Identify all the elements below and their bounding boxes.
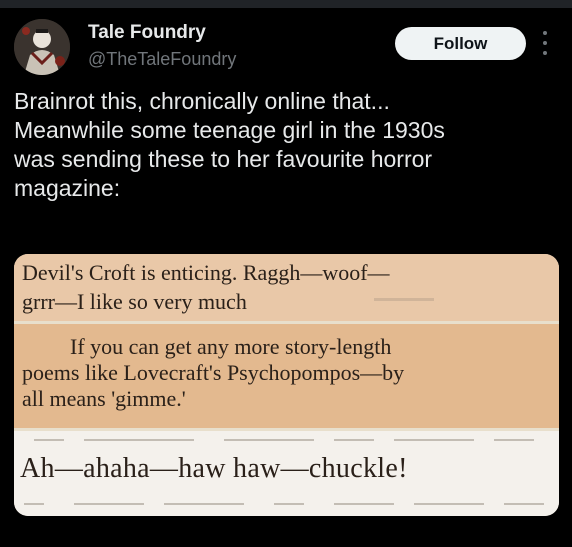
faded-text	[274, 503, 304, 505]
avatar-image	[14, 19, 70, 75]
top-bar	[0, 0, 572, 8]
more-dot	[543, 31, 547, 35]
more-dot	[543, 41, 547, 45]
faded-text	[34, 439, 64, 441]
clipping-1-line-1: Devil's Croft is enticing. Raggh—woof—	[22, 260, 390, 285]
clipping-3: Ah—ahaha—haw haw—chuckle!	[14, 431, 559, 516]
clipping-3-line-1: Ah—ahaha—haw haw—chuckle!	[20, 453, 408, 484]
media-image[interactable]: Devil's Croft is enticing. Raggh—woof— g…	[14, 254, 559, 516]
more-dot	[543, 51, 547, 55]
more-icon[interactable]	[538, 31, 552, 55]
faded-text	[414, 503, 484, 505]
clipping-1: Devil's Croft is enticing. Raggh—woof— g…	[14, 254, 559, 321]
clipping-2: If you can get any more story-length poe…	[14, 324, 559, 428]
paper-texture	[374, 298, 434, 301]
clipping-2-line-3: all means 'gimme.'	[22, 386, 186, 411]
faded-text	[224, 439, 314, 441]
faded-text	[334, 439, 374, 441]
faded-text	[504, 503, 544, 505]
author-name[interactable]: Tale Foundry	[88, 22, 206, 44]
tweet-text: Brainrot this, chronically online that..…	[14, 88, 445, 201]
avatar[interactable]	[14, 19, 70, 75]
clipping-1-line-2: grrr—I like so very much	[22, 289, 247, 314]
faded-text	[74, 503, 144, 505]
clipping-2-line-1: If you can get any more story-length	[70, 334, 392, 359]
faded-text	[84, 439, 194, 441]
faded-text	[494, 439, 534, 441]
faded-text	[394, 439, 474, 441]
faded-text	[24, 503, 44, 505]
clipping-2-line-2: poems like Lovecraft's Psychopompos—by	[22, 360, 405, 385]
author-handle[interactable]: @TheTaleFoundry	[88, 49, 236, 70]
faded-text	[334, 503, 394, 505]
follow-button[interactable]: Follow	[395, 27, 526, 60]
faded-text	[164, 503, 244, 505]
